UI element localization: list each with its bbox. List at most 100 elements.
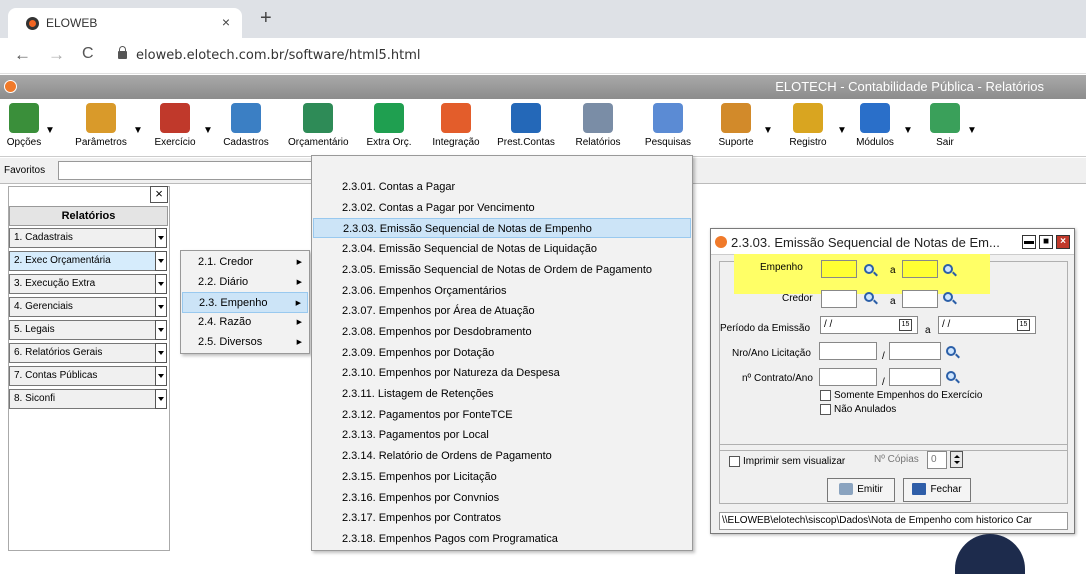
emitir-button[interactable]: Emitir [827, 478, 895, 502]
search-licitacao-icon[interactable] [946, 346, 956, 356]
exit-icon [930, 103, 960, 133]
menu-item-5[interactable]: 2.3.05. Emissão Sequencial de Notas de O… [313, 260, 691, 280]
menu-item-3[interactable]: 2.3.03. Emissão Sequencial de Notas de E… [313, 218, 691, 239]
fechar-button[interactable]: Fechar [903, 478, 971, 502]
copias-input[interactable]: 0 [927, 451, 947, 469]
dropdown-arrow-icon[interactable]: ▼ [903, 125, 913, 136]
credor-end-input[interactable] [902, 290, 938, 308]
toolbar-button-extra-or-[interactable]: Extra Orç. [362, 103, 416, 148]
licitacao-number-input[interactable] [819, 342, 877, 360]
toolbar-button-suporte[interactable]: Suporte [710, 103, 762, 148]
chevron-down-icon[interactable] [155, 228, 167, 248]
report-category-6[interactable]: 6. Relatórios Gerais [9, 343, 167, 363]
menu-item-4[interactable]: 2.3.04. Emissão Sequencial de Notas de L… [313, 239, 691, 259]
toolbar-button-integra-o[interactable]: Integração [428, 103, 484, 148]
menu-item-12[interactable]: 2.3.12. Pagamentos por FonteTCE [313, 405, 691, 425]
report-category-5[interactable]: 5. Legais [9, 320, 167, 340]
menu-item-7[interactable]: 2.3.07. Empenhos por Área de Atuação [313, 301, 691, 321]
chevron-down-icon[interactable] [155, 389, 167, 409]
forward-arrow-icon[interactable]: → [48, 45, 65, 65]
toolbar-button-exerc-cio[interactable]: Exercício [148, 103, 202, 148]
contrato-number-input[interactable] [819, 368, 877, 386]
somente-exercicio-checkbox[interactable] [820, 390, 831, 401]
menu-item-18[interactable]: 2.3.18. Empenhos Pagos com Programatica [313, 529, 691, 549]
nao-anulados-checkbox[interactable] [820, 404, 831, 415]
reload-icon[interactable]: C [82, 45, 94, 63]
submenu-item-4[interactable]: 2.4. Razão ▶ [182, 312, 308, 333]
report-category-1[interactable]: 1. Cadastrais [9, 228, 167, 248]
chevron-down-icon[interactable] [155, 274, 167, 294]
toolbar-button-sair[interactable]: Sair [924, 103, 966, 148]
chevron-down-icon[interactable] [155, 343, 167, 363]
submenu-item-1[interactable]: 2.1. Credor ▶ [182, 252, 308, 273]
report-category-3[interactable]: 3. Execução Extra [9, 274, 167, 294]
licitacao-year-input[interactable] [889, 342, 941, 360]
menu-item-11[interactable]: 2.3.11. Listagem de Retenções [313, 384, 691, 404]
toolbar-button-relat-rios[interactable]: Relatórios [570, 103, 626, 148]
dropdown-arrow-icon[interactable]: ▼ [133, 125, 143, 136]
dialog-title-bar[interactable]: 2.3.03. Emissão Sequencial de Notas de E… [711, 229, 1074, 255]
menu-item-15[interactable]: 2.3.15. Empenhos por Licitação [313, 467, 691, 487]
menu-item-16[interactable]: 2.3.16. Empenhos por Convnios [313, 488, 691, 508]
back-arrow-icon[interactable]: ← [14, 45, 31, 65]
calendar-start-icon[interactable]: 15 [899, 319, 912, 331]
toolbar-button-registro[interactable]: Registro [780, 103, 836, 148]
chevron-right-icon: ▶ [296, 339, 302, 346]
report-category-8[interactable]: 8. Siconfi [9, 389, 167, 409]
report-category-4[interactable]: 4. Gerenciais [9, 297, 167, 317]
maximize-button[interactable]: ■ [1039, 235, 1053, 249]
minimize-button[interactable]: ▬ [1022, 235, 1036, 249]
search-empenho-start-icon[interactable] [864, 264, 874, 274]
menu-item-13[interactable]: 2.3.13. Pagamentos por Local [313, 425, 691, 445]
search-empenho-end-icon[interactable] [943, 264, 953, 274]
menu-item-2[interactable]: 2.3.02. Contas a Pagar por Vencimento [313, 198, 691, 218]
toolbar-button-prest-contas[interactable]: Prest.Contas [494, 103, 558, 148]
menu-item-1[interactable]: 2.3.01. Contas a Pagar [313, 177, 691, 197]
tab-close-icon[interactable]: × [222, 14, 230, 30]
toolbar-button-or-ament-rio[interactable]: Orçamentário [288, 103, 349, 148]
toolbar-button-pesquisas[interactable]: Pesquisas [640, 103, 696, 148]
report-category-7[interactable]: 7. Contas Públicas [9, 366, 167, 386]
menu-item-9[interactable]: 2.3.09. Empenhos por Dotação [313, 343, 691, 363]
submenu-item-3[interactable]: 2.3. Empenho ▶ [182, 292, 308, 313]
copias-spinner[interactable] [950, 451, 963, 468]
empenho-end-input[interactable] [902, 260, 938, 278]
submenu-item-2[interactable]: 2.2. Diário ▶ [182, 272, 308, 293]
dropdown-arrow-icon[interactable]: ▼ [763, 125, 773, 136]
report-category-2[interactable]: 2. Exec Orçamentária [9, 251, 167, 271]
dropdown-arrow-icon[interactable]: ▼ [203, 125, 213, 136]
close-dialog-button[interactable]: × [1056, 235, 1070, 249]
menu-item-8[interactable]: 2.3.08. Empenhos por Desdobramento [313, 322, 691, 342]
menu-item-10[interactable]: 2.3.10. Empenhos por Natureza da Despesa [313, 363, 691, 383]
search-credor-end-icon[interactable] [943, 292, 953, 302]
dropdown-arrow-icon[interactable]: ▼ [45, 125, 55, 136]
menu-item-17[interactable]: 2.3.17. Empenhos por Contratos [313, 508, 691, 528]
url-field[interactable]: eloweb.elotech.com.br/software/html5.htm… [136, 48, 420, 63]
calendar-end-icon[interactable]: 15 [1017, 319, 1030, 331]
toolbar-button-m-dulos[interactable]: Módulos [848, 103, 902, 148]
contrato-label: nº Contrato/Ano [742, 373, 813, 384]
toolbar-button-op-es[interactable]: Opções [4, 103, 44, 148]
favorites-input[interactable] [58, 161, 318, 180]
credor-start-input[interactable] [821, 290, 857, 308]
lock-icon[interactable] [118, 46, 127, 59]
panel-close-button[interactable]: × [150, 186, 168, 203]
search-credor-start-icon[interactable] [864, 292, 874, 302]
empenho-start-input[interactable] [821, 260, 857, 278]
dropdown-arrow-icon[interactable]: ▼ [967, 125, 977, 136]
menu-item-6[interactable]: 2.3.06. Empenhos Orçamentários [313, 281, 691, 301]
contrato-year-input[interactable] [889, 368, 941, 386]
search-contrato-icon[interactable] [946, 371, 956, 381]
dropdown-arrow-icon[interactable]: ▼ [837, 125, 847, 136]
chevron-down-icon[interactable] [155, 366, 167, 386]
chevron-down-icon[interactable] [155, 320, 167, 340]
submenu-item-5[interactable]: 2.5. Diversos ▶ [182, 332, 308, 353]
chevron-down-icon[interactable] [155, 297, 167, 317]
new-tab-button[interactable]: + [260, 7, 272, 30]
chevron-down-icon[interactable] [155, 251, 167, 271]
imprimir-sem-visualizar-checkbox[interactable] [729, 456, 740, 467]
toolbar-button-par-metros[interactable]: Parâmetros [70, 103, 132, 148]
browser-tab[interactable]: ELOWEB × [8, 8, 242, 38]
menu-item-14[interactable]: 2.3.14. Relatório de Ordens de Pagamento [313, 446, 691, 466]
toolbar-button-cadastros[interactable]: Cadastros [218, 103, 274, 148]
